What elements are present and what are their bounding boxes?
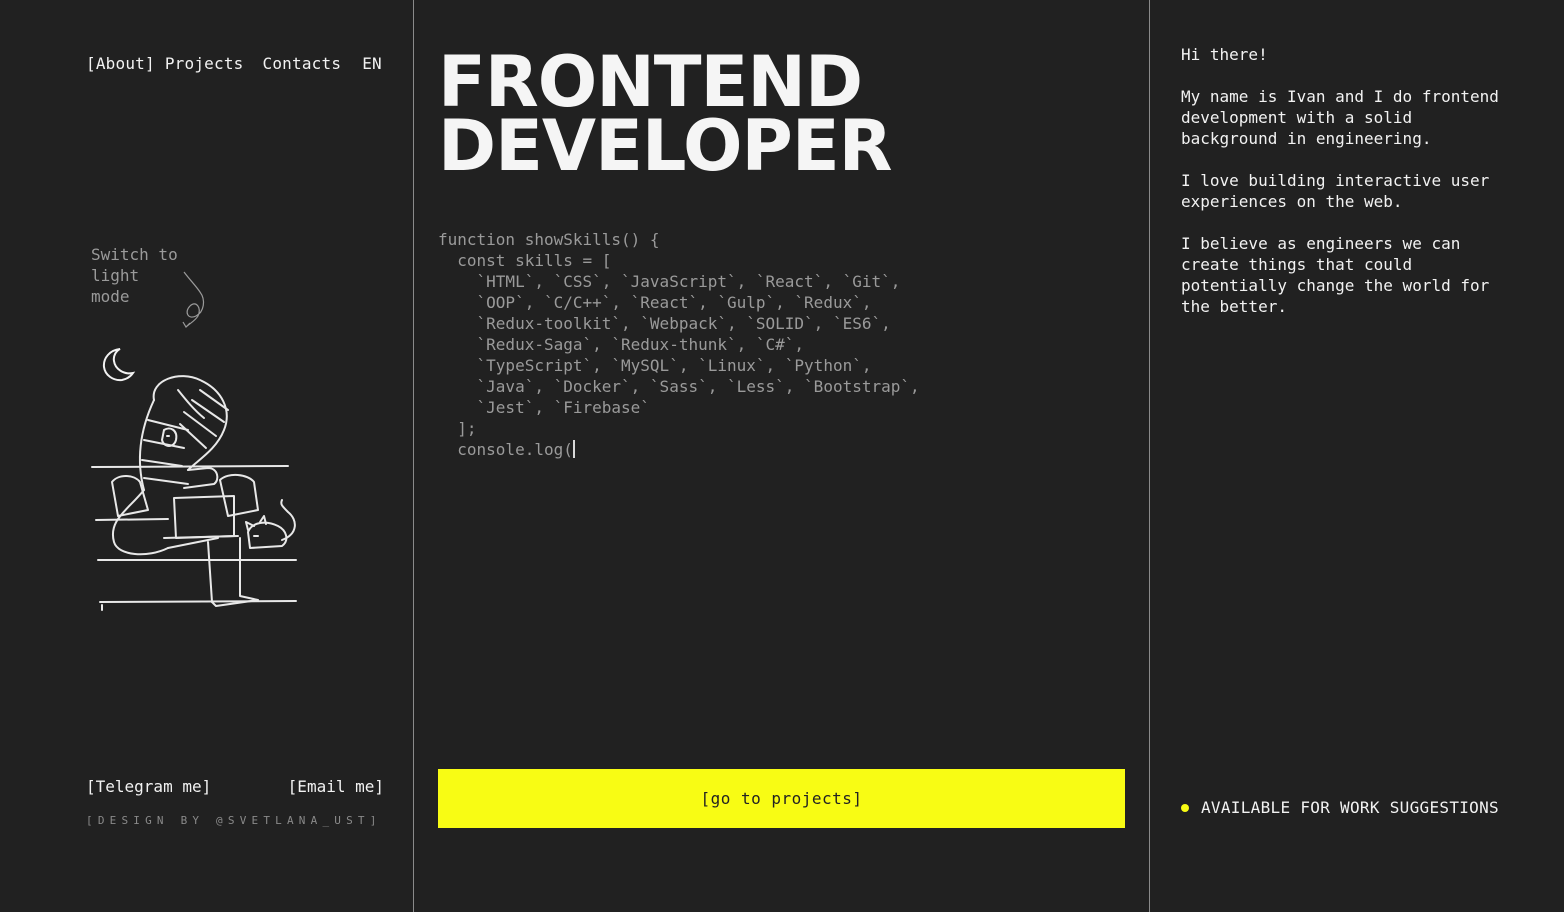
code-line: console.log(: [438, 440, 573, 459]
telegram-link[interactable]: [Telegram me]: [86, 777, 211, 796]
about-paragraph: I love building interactive user experie…: [1181, 171, 1490, 211]
right-column: Hi there! My name is Ivan and I do front…: [1150, 0, 1564, 912]
title-line-2: DEVELOPER: [438, 105, 893, 187]
developer-illustration: [91, 375, 297, 611]
code-line: `Redux-toolkit`, `Webpack`, `SOLID`, `ES…: [438, 314, 891, 333]
code-line: function showSkills() {: [438, 230, 660, 249]
main-nav: [About] Projects Contacts EN: [86, 54, 382, 73]
status-dot-icon: [1181, 803, 1189, 812]
main-column: FRONTEND DEVELOPER function showSkills()…: [413, 0, 1150, 912]
greeting: Hi there!: [1181, 45, 1268, 64]
page-title: FRONTEND DEVELOPER: [438, 47, 893, 187]
nav-about[interactable]: [About]: [86, 54, 155, 73]
nav-projects[interactable]: Projects: [165, 54, 244, 73]
typing-cursor: [572, 440, 575, 458]
nav-contacts[interactable]: Contacts: [263, 54, 342, 73]
design-credit[interactable]: [DESIGN BY @SVETLANA_UST]: [86, 814, 382, 827]
availability-status: AVAILABLE FOR WORK SUGGESTIONS: [1181, 798, 1499, 817]
code-line: `Jest`, `Firebase`: [438, 398, 650, 417]
code-line: `OOP`, `C/C++`, `React`, `Gulp`, `Redux`…: [438, 293, 872, 312]
code-line: `TypeScript`, `MySQL`, `Linux`, `Python`…: [438, 356, 872, 375]
about-text: Hi there! My name is Ivan and I do front…: [1181, 44, 1511, 338]
code-line: `HTML`, `CSS`, `JavaScript`, `React`, `G…: [438, 272, 901, 291]
status-label: AVAILABLE FOR WORK SUGGESTIONS: [1201, 798, 1499, 817]
left-column: [About] Projects Contacts EN Switch to l…: [0, 0, 413, 912]
skills-code-block: function showSkills() { const skills = […: [438, 229, 920, 460]
about-paragraph: My name is Ivan and I do frontend develo…: [1181, 87, 1499, 148]
code-line: ];: [438, 419, 477, 438]
language-switch[interactable]: EN: [362, 54, 382, 73]
about-paragraph: I believe as engineers we can create thi…: [1181, 234, 1490, 316]
code-line: `Redux-Saga`, `Redux-thunk`, `C#`,: [438, 335, 805, 354]
code-line: const skills = [: [438, 251, 612, 270]
go-to-projects-button[interactable]: [go to projects]: [438, 769, 1125, 828]
email-link[interactable]: [Email me]: [288, 777, 384, 796]
contact-links: [Telegram me] [Email me]: [86, 777, 384, 796]
code-line: `Java`, `Docker`, `Sass`, `Less`, `Boots…: [438, 377, 920, 396]
arrow-doodle-icon: [182, 271, 205, 328]
